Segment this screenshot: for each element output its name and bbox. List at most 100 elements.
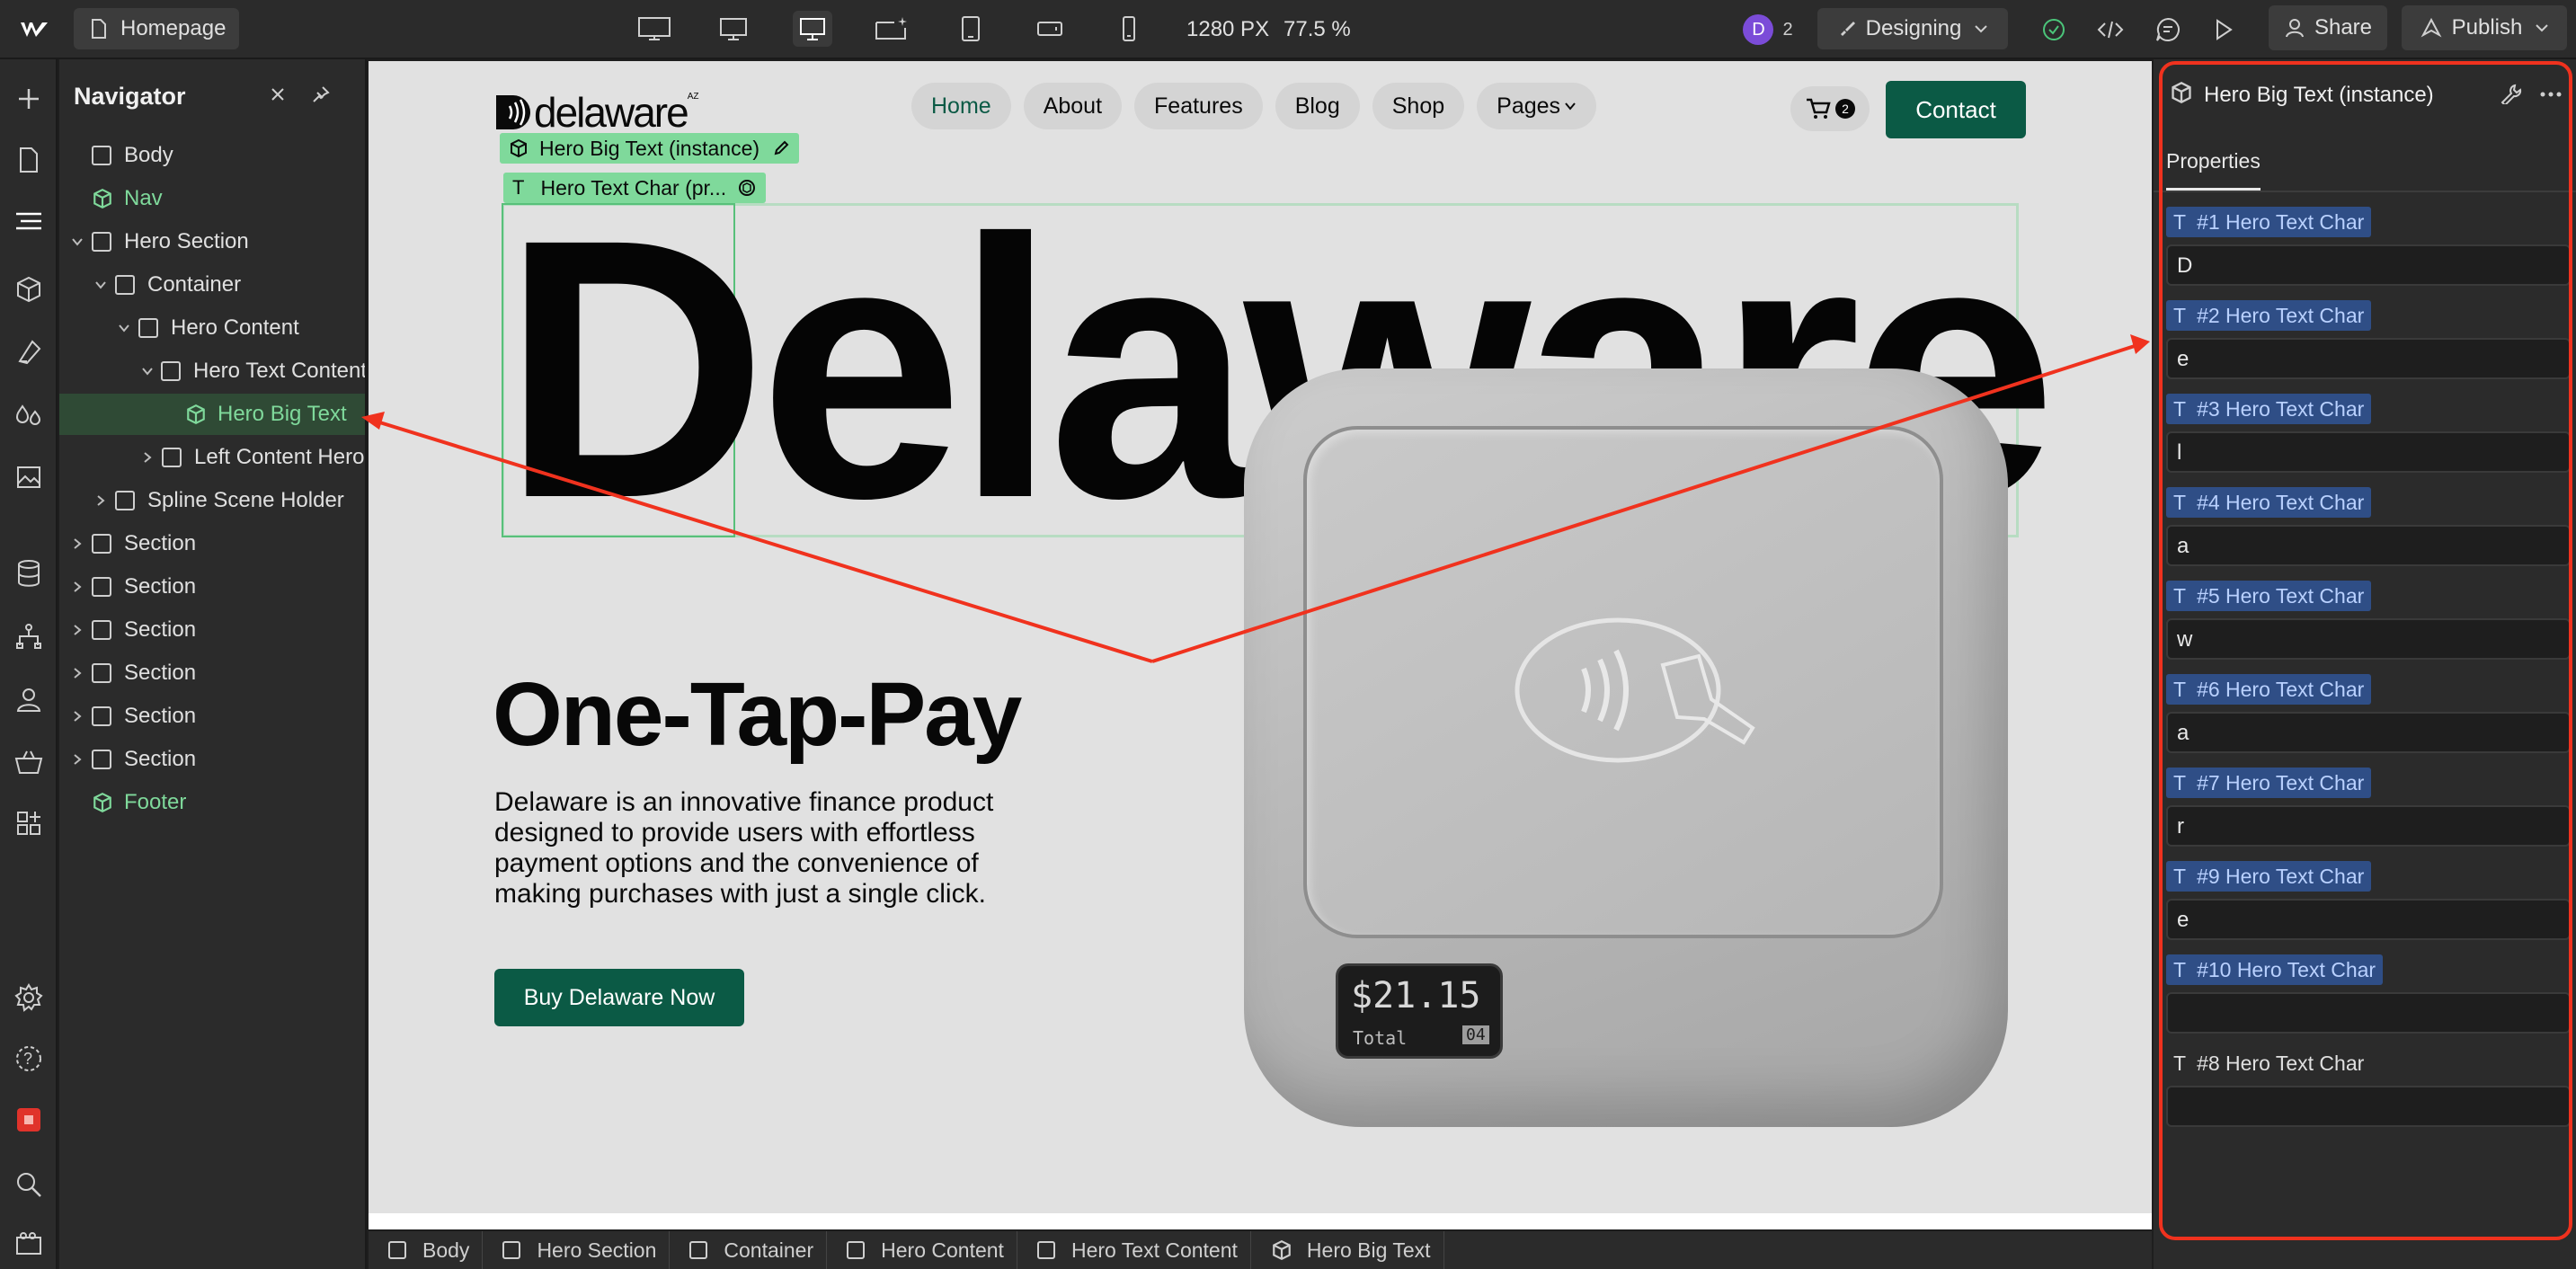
video-icon[interactable] [11,1226,47,1262]
chevron-down-icon[interactable] [141,365,154,377]
navigator-item[interactable]: Section [59,739,365,780]
chevron-down-icon[interactable] [118,322,130,334]
tab-properties[interactable]: Properties [2166,149,2261,191]
users-icon[interactable] [11,681,47,717]
styles-icon[interactable] [11,397,47,433]
tree-toggle[interactable] [68,753,86,766]
code-icon[interactable] [2092,13,2128,47]
tree-toggle[interactable] [68,624,86,636]
canvas-width[interactable]: 1280 PX [1186,16,1269,43]
buy-now-button[interactable]: Buy Delaware Now [494,969,744,1026]
property-input[interactable]: w [2166,618,2571,660]
cart-button[interactable]: 2 [1790,86,1870,131]
ecommerce-icon[interactable] [11,744,47,780]
property-input[interactable]: r [2166,805,2571,847]
chevron-right-icon[interactable] [71,581,84,593]
breadcrumb-item[interactable]: Hero Content [827,1231,1017,1269]
pin-icon[interactable] [311,84,331,104]
site-nav-link[interactable]: About [1023,83,1123,129]
property-input[interactable]: e [2166,899,2571,940]
settings-icon[interactable] [11,980,47,1016]
chevron-right-icon[interactable] [94,494,107,507]
desktop-star-icon[interactable] [872,11,911,47]
apps-icon[interactable] [11,805,47,841]
chevron-right-icon[interactable] [71,667,84,679]
site-nav-link[interactable]: Pages [1477,83,1597,129]
check-status-icon[interactable] [2037,13,2071,47]
tablet-icon[interactable] [951,11,990,47]
navigator-item[interactable]: Hero Section [59,221,365,262]
navigator-item[interactable]: Footer [59,782,365,823]
preview-play-icon[interactable] [2206,13,2242,47]
navigator-item[interactable]: Body [59,135,365,176]
mobile-landscape-icon[interactable] [1030,11,1070,47]
site-nav-link[interactable]: Shop [1372,83,1465,129]
mode-dropdown[interactable]: Designing [1817,8,2008,49]
navigator-item[interactable]: Container [59,264,365,306]
property-input[interactable]: e [2166,338,2571,379]
property-input[interactable] [2166,1086,2571,1127]
property-input[interactable]: a [2166,712,2571,753]
site-nav-link[interactable]: Home [911,83,1011,129]
help-icon[interactable]: ? [11,1041,47,1077]
tree-toggle[interactable] [68,537,86,550]
navigator-item[interactable]: Hero Text Content [59,351,365,392]
tree-toggle[interactable] [92,279,110,291]
desktop-icon[interactable] [793,11,832,47]
close-icon[interactable] [268,84,288,104]
desktop-xl-icon[interactable] [635,11,674,47]
tree-toggle[interactable] [115,322,133,334]
hero-headline[interactable]: One-Tap-Pay [493,663,1022,767]
chevron-right-icon[interactable] [71,624,84,636]
property-input[interactable]: D [2166,244,2571,286]
navigator-item[interactable]: Section [59,566,365,608]
record-icon[interactable] [11,1102,47,1138]
selection-label[interactable]: Hero Big Text (instance) [500,133,800,164]
chevron-right-icon[interactable] [141,451,154,464]
publish-button[interactable]: Publish [2402,5,2567,50]
breadcrumb-item[interactable]: Container [670,1231,828,1269]
navigator-item[interactable]: Hero Big Text [59,394,365,435]
navigator-icon[interactable] [11,203,47,239]
breadcrumb-item[interactable]: Hero Big Text [1251,1231,1444,1269]
site-nav-link[interactable]: Blog [1275,83,1360,129]
pages-icon[interactable] [11,142,47,178]
navigator-item[interactable]: Section [59,696,365,737]
property-input[interactable] [2166,992,2571,1034]
chevron-down-icon[interactable] [94,279,107,291]
breadcrumb-item[interactable]: Body [369,1231,484,1269]
tree-toggle[interactable] [92,494,110,507]
navigator-item[interactable]: Spline Scene Holder [59,480,365,521]
design-canvas[interactable]: delaware AZ Home About Features Blog Shop Pag… [369,61,2152,1229]
variables-icon[interactable] [11,334,47,370]
chevron-down-icon[interactable] [1564,100,1577,112]
search-icon[interactable] [11,1167,47,1202]
assets-icon[interactable] [11,458,47,494]
mobile-portrait-icon[interactable] [1109,11,1149,47]
breadcrumb-item[interactable]: Hero Section [483,1231,671,1269]
chevron-down-icon[interactable] [71,235,84,248]
more-options-icon[interactable] [2540,92,2562,97]
navigator-item[interactable]: Left Content Hero [59,437,365,478]
property-input[interactable]: l [2166,431,2571,473]
zoom-level[interactable]: 77.5 % [1284,16,1351,43]
navigator-item[interactable]: Section [59,652,365,694]
tree-toggle[interactable] [68,710,86,723]
tree-toggle[interactable] [68,581,86,593]
hero-paragraph[interactable]: Delaware is an innovative finance produc… [494,787,993,910]
navigator-item[interactable]: Section [59,523,365,564]
chevron-right-icon[interactable] [71,753,84,766]
navigator-item[interactable]: Hero Content [59,307,365,349]
contact-button[interactable]: Contact [1886,81,2026,138]
logic-icon[interactable] [11,618,47,654]
share-button[interactable]: Share [2269,5,2387,50]
comment-icon[interactable] [2150,13,2186,47]
tree-toggle[interactable] [68,235,86,248]
chevron-right-icon[interactable] [71,537,84,550]
cms-icon[interactable] [11,555,47,591]
navigator-item[interactable]: Section [59,609,365,651]
desktop-large-icon[interactable] [714,11,753,47]
chevron-right-icon[interactable] [71,710,84,723]
wrench-icon[interactable] [2499,83,2522,104]
edit-pencil-icon[interactable] [772,139,790,157]
